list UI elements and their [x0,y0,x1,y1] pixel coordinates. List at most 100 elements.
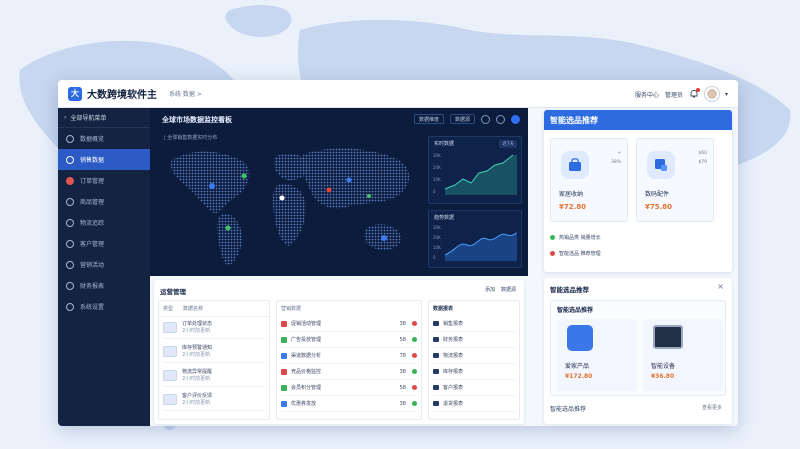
realtime-chart-badge[interactable]: 近7天 [499,140,517,148]
report-item[interactable]: 财务报表 [433,332,515,348]
status-dot [412,385,417,390]
map-marker[interactable] [381,235,387,241]
device-icon [647,151,675,179]
dimension-button[interactable]: 数据维度 [413,114,444,124]
map-marker[interactable] [241,173,247,179]
add-button[interactable]: 添加 [485,286,495,293]
report-icon [433,385,439,390]
report-item[interactable]: 库存报表 [433,364,515,380]
report-item[interactable]: 客户报表 [433,380,515,396]
list-item[interactable]: 促销活动管理 38 [281,316,417,332]
sidebar: ‹ 全部导航菜单 数据概览 销售数据 订单管理 商品管理物流追踪客户管理营销活动财务报… [58,108,150,426]
item-label: 渠道数据分析 [291,353,322,359]
sidebar-item[interactable]: 数据概览 [58,128,150,149]
row-thumbnail [163,370,177,381]
sidebar-item[interactable]: 营销活动 [58,254,150,275]
refresh-icon[interactable] [511,114,520,124]
item-label: 促销活动管理 [291,321,322,327]
list-item[interactable]: 渠道数据分析 78 [281,348,417,364]
chevron-left-icon[interactable]: ‹ [64,114,66,121]
sidebar-item[interactable]: 商品管理 [58,191,150,212]
recommend-row[interactable]: 智能选品 推荐管理 [550,250,601,257]
product-price: ¥172.80 [565,373,593,380]
sidebar-item[interactable]: 客户管理 [58,233,150,254]
map-marker[interactable] [209,183,215,189]
table-row[interactable]: 订单处理状态 2小时前更新 [163,317,265,339]
map-marker[interactable] [367,194,371,198]
list-item[interactable]: 广告投放管理 58 [281,332,417,348]
tick-label: 20K [433,235,441,240]
alerts-table: 类型 数据名称 订单处理状态 2小时前更新 库存预警通知 2小时前更新 物流异常提醒 2小… [158,300,270,420]
column-header[interactable]: 类型 [163,305,173,312]
recommend2-title: 智能选品推荐 [550,286,589,294]
map-marker[interactable] [346,177,352,183]
product-name: 数码配件 [645,191,670,198]
settings-icon[interactable] [496,114,505,124]
menu-item-icon [66,197,74,206]
realtime-chart-title: 实时数据 [434,141,455,147]
world-map[interactable] [164,142,422,270]
row-thumbnail [163,322,177,333]
chevron-down-icon[interactable]: ▾ [725,91,728,98]
sidebar-item[interactable]: 物流追踪 [58,212,150,233]
sidebar-item-label: 营销活动 [80,262,105,269]
sidebar-item-label: 物流追踪 [80,220,105,227]
operations-title: 运营管理 [160,288,186,296]
column-header[interactable]: 数据名称 [183,305,203,312]
menu-item-icon [66,281,74,290]
marketing-list-title: 营销数据 [281,306,302,312]
app-logo[interactable]: 大 [68,86,82,101]
table-row[interactable]: 库存预警通知 2小时前更新 [163,341,265,363]
table-row[interactable]: 客户评价反馈 2小时前更新 [163,389,265,411]
filter-icon[interactable] [481,114,490,124]
product-card[interactable]: 爱家产品 ¥172.80 [557,319,637,391]
source-filter-button[interactable]: 数据源 [501,286,516,293]
item-icon [281,368,287,375]
list-item[interactable]: 优惠券发放 38 [281,396,417,412]
status-dot [412,353,417,358]
tick-label: 0 [433,189,436,194]
sidebar-item[interactable]: 系统设置 [58,296,150,317]
item-label: 广告投放管理 [291,337,322,343]
tick-label: 30K [433,225,441,230]
table-row[interactable]: 物流异常提醒 2小时前更新 [163,365,265,387]
sidebar-item[interactable]: 销售数据 [58,149,150,170]
item-value: 38 [399,320,406,327]
source-button[interactable]: 数据源 [449,114,475,124]
menu-item-icon [66,218,74,227]
product-meta: $60 $79 [698,151,707,165]
sidebar-item[interactable]: 订单管理 [58,170,150,191]
menu-label[interactable]: 服务中心 [635,90,659,99]
status-dot [412,401,417,406]
report-item[interactable]: 销售报表 [433,316,515,332]
list-item[interactable]: 会员积分管理 58 [281,380,417,396]
map-panel-tools: 数据维度 数据源 [413,114,520,124]
item-icon [281,320,287,327]
user-label[interactable]: 管理员 [665,90,683,99]
sidebar-header[interactable]: ‹ 全部导航菜单 [58,108,150,128]
tick-label: 10K [433,177,441,182]
close-icon[interactable]: × [717,282,724,291]
item-label: 优惠券发放 [291,401,317,407]
row-info: 2小时前更新 [182,399,211,406]
report-item[interactable]: 物流报表 [433,348,515,364]
avatar[interactable] [704,87,719,101]
map-marker[interactable] [225,225,231,231]
view-more-link[interactable]: 查看更多 [702,404,722,411]
report-item[interactable]: 退货报表 [433,396,515,412]
map-marker[interactable] [279,195,285,201]
breadcrumb[interactable]: 系统 数据 > [169,89,202,98]
status-dot [412,321,417,326]
recommend2-card-title: 智能选品推荐 [557,307,594,314]
map-marker[interactable] [326,187,332,193]
product-card[interactable]: 数码配件 ¥75.80 $60 $79 [636,138,714,222]
product-card[interactable]: 家居收纳 ¥72.80 +38% [550,138,628,222]
product-card[interactable]: 智能设备 ¥36.80 [643,319,723,391]
recommend-row[interactable]: 热销品类 销量增长 [550,234,601,241]
row-name: 库存预警通知 [182,344,213,351]
list-item[interactable]: 竞品价格监控 38 [281,364,417,380]
operations-panel: 运营管理 添加 数据源 类型 数据名称 订单处理状态 2小时前更新 库存预警通知 2小… [154,280,524,424]
bell-icon[interactable] [689,88,700,99]
row-info: 2小时前更新 [182,327,211,334]
sidebar-item[interactable]: 财务报表 [58,275,150,296]
